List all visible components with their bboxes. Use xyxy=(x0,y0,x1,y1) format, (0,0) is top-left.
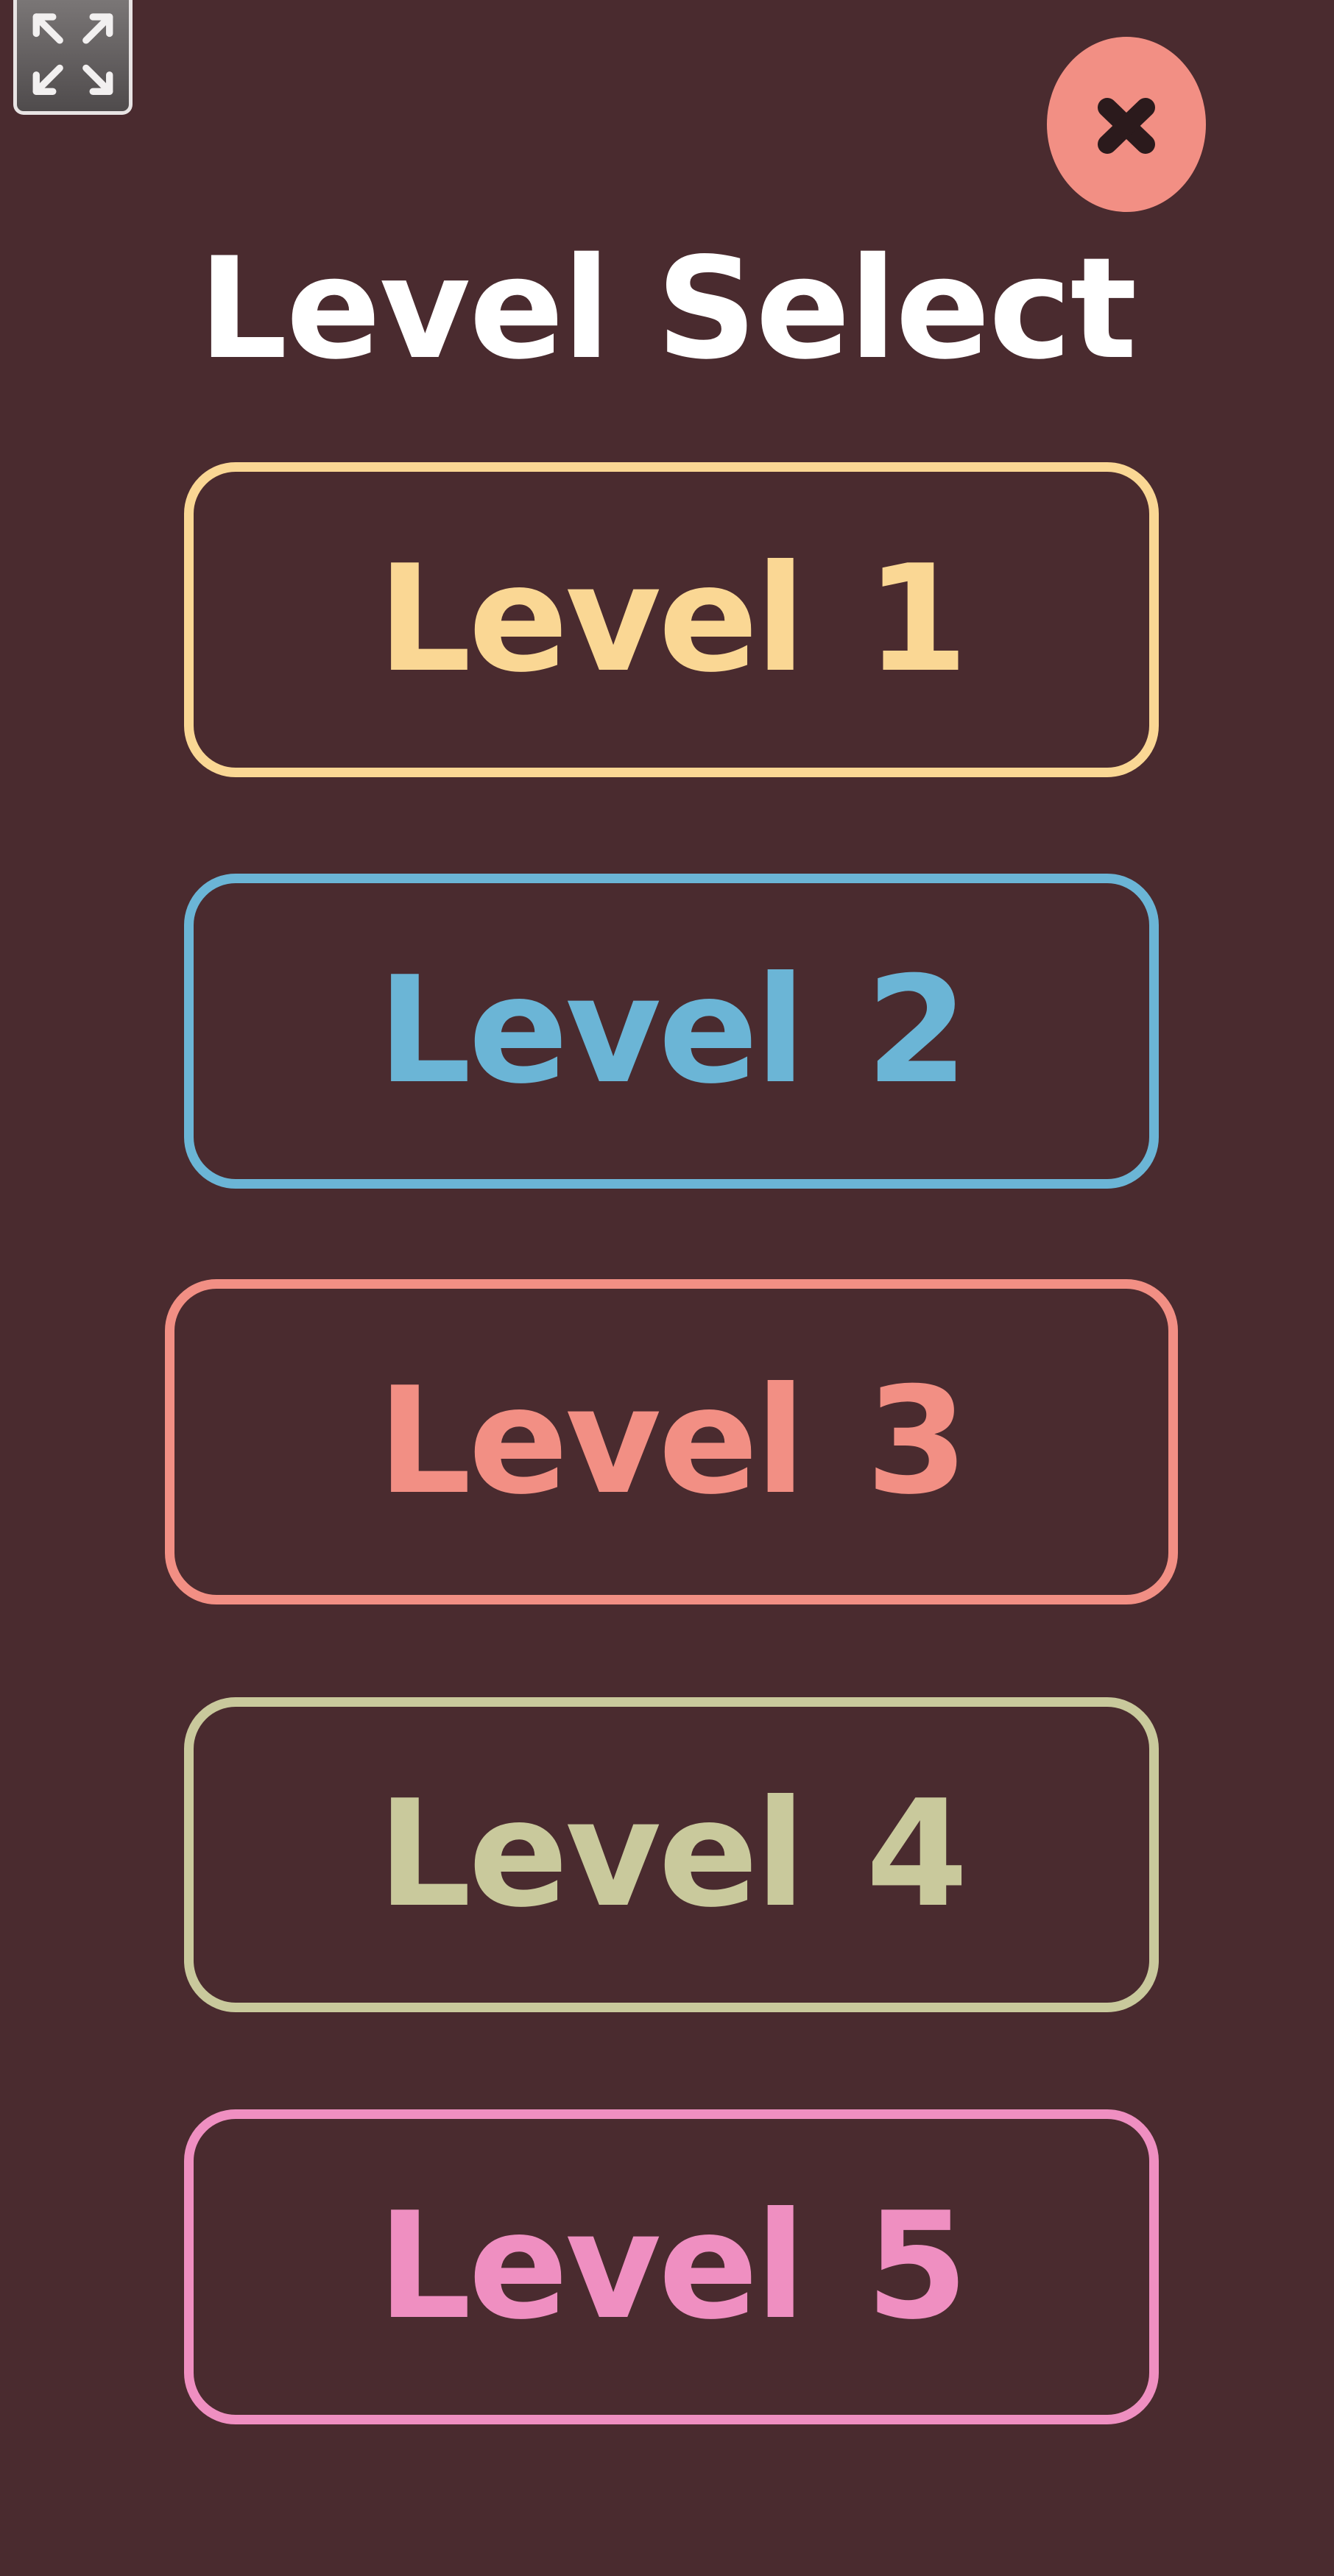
level-4-label: Level 4 xyxy=(377,1769,968,1940)
level-2-label: Level 2 xyxy=(377,945,968,1117)
close-button[interactable] xyxy=(1047,37,1206,212)
fullscreen-button[interactable] xyxy=(13,0,133,115)
level-1-label: Level 1 xyxy=(377,534,968,705)
level-5-button[interactable]: Level 5 xyxy=(184,2109,1159,2424)
level-1-button[interactable]: Level 1 xyxy=(184,462,1159,777)
page-title: Level Select xyxy=(198,227,1137,390)
level-3-label: Level 3 xyxy=(377,1356,968,1527)
level-2-button[interactable]: Level 2 xyxy=(184,874,1159,1189)
level-5-label: Level 5 xyxy=(377,2181,968,2352)
close-x-icon xyxy=(1098,98,1155,154)
level-3-button[interactable]: Level 3 xyxy=(165,1279,1178,1604)
fullscreen-expand-icon xyxy=(32,13,113,95)
level-4-button[interactable]: Level 4 xyxy=(184,1697,1159,2012)
